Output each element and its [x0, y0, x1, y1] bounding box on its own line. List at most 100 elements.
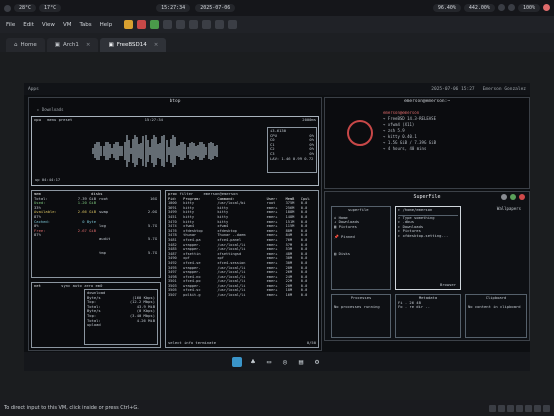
neofetch-terminal[interactable]: emerson@emerson:~ emerson@emerson → Free…	[324, 97, 530, 189]
freebsd-logo	[347, 120, 373, 146]
proc-count: 0/50	[306, 340, 316, 346]
close-icon[interactable]	[519, 194, 525, 200]
minimize-icon[interactable]	[501, 194, 507, 200]
guest-user[interactable]: Emerson Gonzalez	[483, 87, 526, 92]
pause-icon[interactable]	[124, 20, 134, 29]
net-stats: download Byte/s (160 Kbps) Top: (12.2 Mb…	[84, 289, 158, 345]
window-title: SuperFile	[413, 194, 441, 200]
tab-label: FreeBSD14	[116, 42, 147, 48]
gear-icon[interactable]: ⚙	[312, 357, 322, 367]
sidebar-item-disks[interactable]: ▤ Disks	[334, 251, 388, 257]
cd-icon[interactable]	[498, 404, 505, 412]
btop-terminal[interactable]: btop ▸ Downloads cpu menu preset 15:27:3…	[28, 97, 322, 351]
workspace-label[interactable]: Apps	[28, 87, 39, 92]
play-icon[interactable]	[150, 20, 160, 29]
browser-icon[interactable]: ◎	[280, 357, 290, 367]
neofetch-info: emerson@emerson → FreeBSD 14.3-RELEASE →…	[383, 110, 436, 151]
sidebar-item-pinned[interactable]: 📌 Pinned	[334, 235, 388, 240]
process-table: Pid: Program: Command: User: MemB Cpu% 1…	[168, 197, 316, 298]
power-icon[interactable]	[543, 4, 550, 11]
menu-tabs[interactable]: Tabs	[79, 22, 91, 28]
terminal-title: btop	[169, 99, 181, 104]
stat-badge-1: 96.40%	[432, 4, 461, 12]
status-bar: To direct input to this VM, click inside…	[0, 400, 554, 416]
tab-arch1[interactable]: ▣ Arch1 ×	[46, 38, 99, 52]
close-icon[interactable]: ×	[86, 42, 91, 48]
settings-icon[interactable]	[189, 20, 199, 29]
vm-display[interactable]: Apps 2025-07-06 15:27 Emerson Gonzalez b…	[24, 83, 530, 371]
graph-bar	[215, 145, 218, 157]
uptime: up 04:44:17	[35, 177, 61, 183]
menu-view[interactable]: View	[42, 22, 55, 28]
menu-file[interactable]: File	[6, 22, 15, 28]
file-panel[interactable]: ▸ /home/emerson ⌕ Type something ▸ .dbus…	[395, 206, 461, 290]
tab-home[interactable]: ⌂ Home	[6, 38, 45, 52]
terminal-icon[interactable]: ▤	[296, 357, 306, 367]
proc-footer[interactable]: select info terminate	[168, 341, 216, 346]
topbar-left: 28°C 17°C	[4, 4, 62, 12]
volume-icon[interactable]	[507, 4, 515, 11]
clock[interactable]: 15:27:34	[156, 4, 191, 12]
status-mode: Browser	[439, 282, 456, 288]
system-top-bar: 28°C 17°C 15:27:34 2025-07-06 96.40% 442…	[0, 0, 554, 16]
display-icon[interactable]	[543, 404, 550, 412]
sidebar: superfile ⌂ Home ↓ Downloads ▣ Pictures …	[331, 206, 391, 290]
menu-vm[interactable]: VM	[63, 22, 72, 28]
tab-label: Arch1	[62, 42, 79, 48]
unity-icon[interactable]	[215, 20, 225, 29]
tab-label: Home	[20, 42, 37, 48]
menu-bar: File Edit View VM Tabs Help	[0, 16, 554, 33]
apps-icon[interactable]	[4, 4, 11, 12]
path-bar: ▸ /home/emerson	[398, 207, 433, 212]
vm-controls	[124, 20, 238, 29]
revert-icon[interactable]	[176, 20, 186, 29]
network-icon[interactable]	[507, 404, 514, 412]
breadcrumb: ▸ Downloads	[37, 107, 64, 112]
cpu-cores: i3-6130 CPU 0% C0 0% C1 0% C2 0% C3 0% L…	[267, 127, 317, 173]
snapshot-icon[interactable]	[163, 20, 173, 29]
table-cell: 0.0	[300, 293, 308, 298]
paw-icon[interactable]: ♣	[248, 357, 258, 367]
sound-icon[interactable]	[525, 404, 532, 412]
network-icon[interactable]	[497, 4, 505, 11]
date: 2025-07-06	[195, 4, 236, 12]
folder-icon[interactable]: ▭	[264, 357, 274, 367]
terminal-title: emerson@emerson:~	[403, 99, 451, 104]
metadata-panel: Metadata Fi . 26 4B Fo . re dir ..	[395, 294, 461, 338]
home-icon: ⌂	[14, 42, 18, 48]
usb-icon[interactable]	[516, 404, 523, 412]
clipboard-panel: Clipboard No content in clipboard	[465, 294, 527, 338]
maximize-icon[interactable]	[510, 194, 516, 200]
stat-badge-2: 442.00%	[463, 4, 495, 12]
mem-box: mem disks Total: 7.39 GiB Used: 1.20 GiB…	[31, 190, 161, 278]
menu-edit[interactable]: Edit	[23, 22, 34, 28]
status-icons	[489, 404, 550, 412]
panel-wallpapers[interactable]: Wallpapers	[497, 206, 521, 211]
table-row[interactable]: 3507 polkit-g/usr/local/li emer+ 16M 0.0	[168, 293, 316, 298]
fullscreen-icon[interactable]	[202, 20, 212, 29]
cpu-graph	[92, 131, 222, 171]
menu-help[interactable]: Help	[100, 22, 113, 28]
temp-badge-2: 17°C	[39, 4, 62, 12]
tab-freebsd14[interactable]: ▣ FreeBSD14 ×	[100, 38, 167, 52]
guest-top-panel: Apps 2025-07-06 15:27 Emerson Gonzalez	[24, 83, 530, 95]
topbar-right: 96.40% 442.00% 100%	[432, 4, 550, 12]
console-icon[interactable]	[228, 20, 238, 29]
superfile-window[interactable]: SuperFile Wallpapers superfile ⌂ Home ↓ …	[324, 191, 530, 341]
list-item[interactable]: ▸ xfdesktop-setting...	[398, 233, 458, 239]
stop-icon[interactable]	[137, 20, 147, 29]
vm-icon: ▣	[108, 42, 114, 48]
table-cell: emer+	[266, 293, 278, 298]
vm-icon: ▣	[54, 42, 60, 48]
processes-panel: Processes No processes running	[331, 294, 391, 338]
brightness-badge: 100%	[517, 4, 540, 12]
table-cell: polkit-g	[183, 293, 201, 298]
window-icon[interactable]	[232, 356, 242, 367]
printer-icon[interactable]	[534, 404, 541, 412]
proc-box[interactable]: proc filter emerson@emerson Pid: Program…	[165, 190, 319, 348]
sidebar-item-pictures[interactable]: ▣ Pictures	[334, 224, 388, 230]
temp-badge-1: 28°C	[14, 4, 37, 12]
close-icon[interactable]: ×	[154, 42, 159, 48]
disk-icon[interactable]	[489, 404, 496, 412]
window-controls	[501, 194, 525, 200]
